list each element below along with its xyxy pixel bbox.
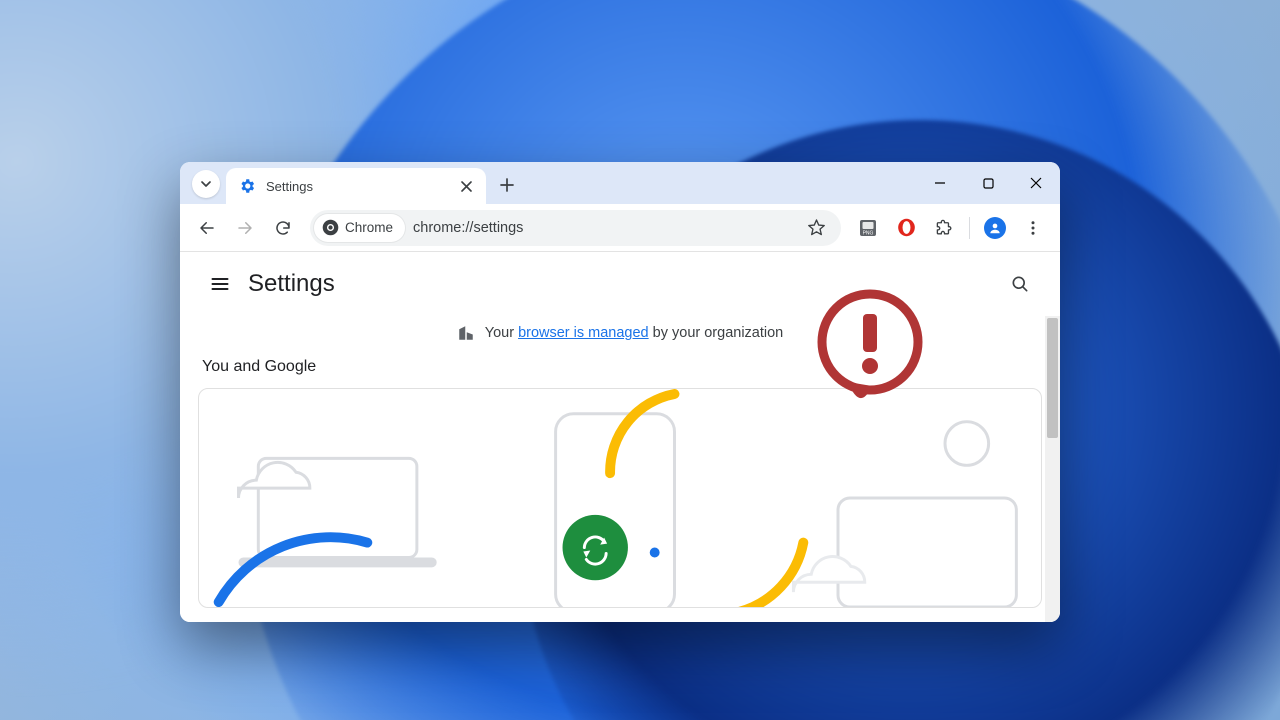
sync-illustration — [199, 389, 1041, 607]
url-text: chrome://settings — [413, 220, 523, 236]
settings-menu-button[interactable] — [200, 264, 240, 304]
toolbar: Chrome chrome://settings PNG — [180, 204, 1060, 252]
close-icon — [461, 181, 472, 192]
tab-settings[interactable]: Settings — [226, 168, 486, 204]
kebab-icon — [1024, 219, 1042, 237]
svg-text:PNG: PNG — [863, 230, 874, 236]
chrome-logo-icon — [322, 219, 339, 236]
search-tabs-button[interactable] — [192, 170, 220, 198]
reload-button[interactable] — [266, 211, 300, 245]
chrome-window: Settings — [180, 162, 1060, 622]
extensions-button[interactable] — [927, 211, 961, 245]
forward-button[interactable] — [228, 211, 262, 245]
star-icon — [807, 218, 826, 237]
profile-button[interactable] — [978, 211, 1012, 245]
new-tab-button[interactable] — [492, 170, 522, 200]
building-icon — [457, 324, 475, 342]
site-chip-label: Chrome — [345, 220, 393, 235]
managed-text-prefix: Your — [485, 325, 518, 341]
arrow-right-icon — [236, 219, 254, 237]
chrome-menu-button[interactable] — [1016, 211, 1050, 245]
back-button[interactable] — [190, 211, 224, 245]
opera-extension-icon — [897, 218, 916, 237]
hamburger-icon — [210, 274, 230, 294]
reload-icon — [274, 219, 292, 237]
managed-banner: Your browser is managed by your organiza… — [180, 316, 1060, 356]
section-heading-you-and-google: You and Google — [180, 356, 1060, 388]
sync-promo-card[interactable] — [198, 388, 1042, 608]
puzzle-icon — [935, 218, 954, 237]
png-extension-icon: PNG — [859, 219, 877, 237]
minimize-icon — [934, 177, 946, 189]
page-title: Settings — [248, 270, 335, 298]
chevron-down-icon — [200, 178, 212, 190]
managed-link[interactable]: browser is managed — [518, 325, 649, 341]
tab-strip: Settings — [180, 162, 1060, 204]
extension-png-button[interactable]: PNG — [851, 211, 885, 245]
vertical-scrollbar[interactable] — [1045, 316, 1060, 622]
settings-search-button[interactable] — [1000, 264, 1040, 304]
window-controls — [916, 162, 1060, 204]
scrollbar-thumb[interactable] — [1047, 318, 1058, 438]
content-area: Settings Your browser is managed by your… — [180, 252, 1060, 622]
managed-text-suffix: by your organization — [649, 325, 784, 341]
maximize-button[interactable] — [964, 162, 1012, 204]
extension-opera-button[interactable] — [889, 211, 923, 245]
site-chip[interactable]: Chrome — [314, 214, 405, 242]
settings-scroll-region[interactable]: Your browser is managed by your organiza… — [180, 316, 1060, 622]
arrow-left-icon — [198, 219, 216, 237]
close-icon — [1030, 177, 1042, 189]
tab-title: Settings — [266, 179, 313, 194]
minimize-button[interactable] — [916, 162, 964, 204]
toolbar-divider — [969, 217, 970, 239]
plus-icon — [500, 178, 514, 192]
gear-icon — [238, 177, 256, 195]
bookmark-button[interactable] — [799, 211, 833, 245]
settings-app-bar: Settings — [180, 252, 1060, 316]
maximize-icon — [983, 178, 994, 189]
avatar-icon — [984, 217, 1006, 239]
close-window-button[interactable] — [1012, 162, 1060, 204]
tab-close-button[interactable] — [456, 176, 476, 196]
omnibox[interactable]: Chrome chrome://settings — [310, 210, 841, 246]
search-icon — [1010, 274, 1030, 294]
